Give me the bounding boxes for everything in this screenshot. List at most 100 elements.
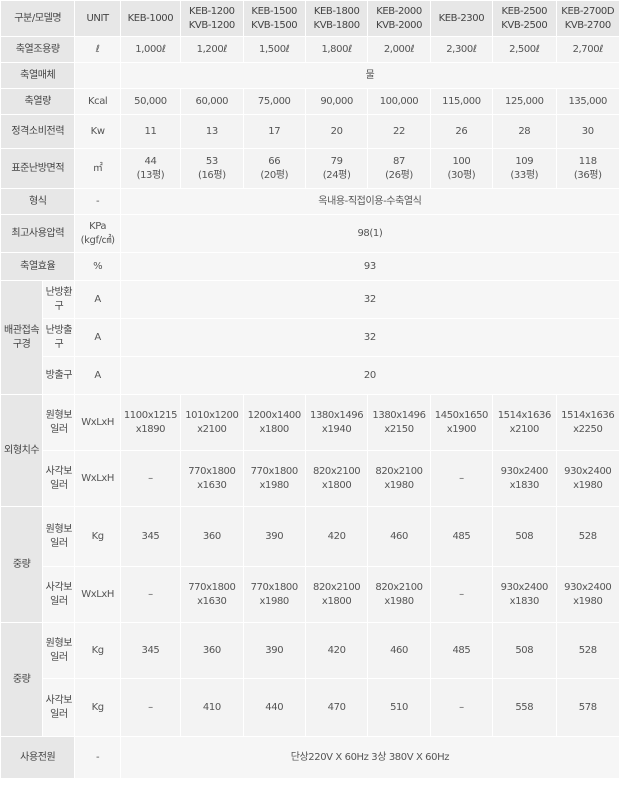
table-cell: 440 [242,678,306,737]
sub-label: 원형보일러 [42,506,76,567]
table-cell: 820x2100 x1980 [367,566,431,623]
model-header-7: KEB-2500 KVB-2500 [492,0,557,37]
table-cell: 22 [367,114,431,149]
row-label: 축열매체 [0,62,76,89]
sub-label: 난방출구 [42,318,76,357]
table-cell: 510 [367,678,431,737]
table-cell: 2,500ℓ [492,36,557,63]
table-cell: 50,000 [119,88,182,115]
table-cell: 820x2100 x1800 [304,450,369,507]
table-cell: 20 [304,114,369,149]
table-cell: 2,700ℓ [555,36,620,63]
row-weight2-square: 사각보일러 Kg – 410 440 470 510 – 558 578 [1,678,620,737]
row-unit: - [74,736,121,779]
table-cell: 1100x1215 x1890 [119,394,182,451]
table-header-row: 구분/모델명 UNIT KEB-1000 KEB-1200 KVB-1200 KE… [0,0,620,37]
table-cell: 485 [429,622,494,679]
row-unit: ℓ [74,36,121,63]
row-supply: 사용전원 - 단상220V X 60Hz 3상 380V X 60Hz [0,736,620,779]
row-weight1-square: 사각보일러 WxLxH – 770x1800 x1630 770x1800 x198… [1,566,620,623]
row-unit: A [74,318,121,357]
table-cell: 66 (20평) [242,148,306,189]
table-cell: 345 [119,622,182,679]
table-cell: 820x2100 x1980 [367,450,431,507]
model-header-4: KEB-1800 KVB-1800 [304,0,369,37]
row-unit: A [74,356,121,395]
row-pipe-return: 배관접속구경 난방환구 A 32 [0,280,620,395]
row-label: 사용전원 [0,736,76,779]
row-dimension-square: 사각보일러 WxLxH – 770x1800 x1630 770x1800 x198… [1,450,620,507]
row-unit: A [74,280,121,319]
table-cell: 79 (24평) [304,148,369,189]
row-heat: 축열량 Kcal 50,000 60,000 75,000 90,000 100… [0,88,620,115]
table-cell: 390 [242,506,306,567]
row-unit: Kg [74,678,121,737]
table-cell: 1010x1200 x2100 [180,394,244,451]
table-cell: 53 (16평) [180,148,244,189]
table-cell: 930x2400 x1830 [492,450,557,507]
table-cell: 360 [180,622,244,679]
group-label: 중량 [0,506,44,623]
table-cell: 1380x1496 x2150 [367,394,431,451]
row-unit: WxLxH [74,394,121,451]
table-cell: 528 [555,622,620,679]
row-unit [74,62,121,89]
table-cell: – [119,678,182,737]
table-cell: 28 [492,114,557,149]
unit-header: UNIT [74,0,121,37]
row-unit: WxLxH [74,566,121,623]
merged-value-cell: 옥내용-직접이용-수축열식 [119,188,620,215]
row-unit: WxLxH [74,450,121,507]
row-unit: % [74,252,121,281]
table-cell: 60,000 [180,88,244,115]
row-pipe-discharge: 방출구 A 20 [1,356,620,395]
table-cell: 2,000ℓ [367,36,431,63]
table-cell: 1,800ℓ [304,36,369,63]
table-cell: 115,000 [429,88,494,115]
table-cell: 1200x1400 x1800 [242,394,306,451]
row-efficiency: 축열효율 % 93 [0,252,620,281]
merged-value-cell: 98(1) [119,214,620,253]
table-cell: 770x1800 x1980 [242,566,306,623]
category-header: 구분/모델명 [0,0,76,37]
spec-table: 구분/모델명 UNIT KEB-1000 KEB-1200 KVB-1200 KE… [0,0,620,779]
row-unit: ㎡ [74,148,121,189]
table-cell: 1,200ℓ [180,36,244,63]
table-cell: 75,000 [242,88,306,115]
table-cell: 410 [180,678,244,737]
sub-label: 원형보일러 [42,622,76,679]
table-cell: 1,000ℓ [119,36,182,63]
model-header-1: KEB-1000 [119,0,182,37]
model-header-2: KEB-1200 KVB-1200 [180,0,244,37]
table-cell: – [429,450,494,507]
row-capacity: 축열조용량 ℓ 1,000ℓ 1,200ℓ 1,500ℓ 1,800ℓ 2,00… [0,36,620,63]
table-cell: 1380x1496 x1940 [304,394,369,451]
table-cell: 360 [180,506,244,567]
row-label: 축열조용량 [0,36,76,63]
sub-label: 사각보일러 [42,450,76,507]
table-cell: 420 [304,506,369,567]
table-cell: 100 (30평) [429,148,494,189]
table-cell: 930x2400 x1830 [492,566,557,623]
sub-label: 사각보일러 [42,678,76,737]
table-cell: – [119,566,182,623]
table-cell: 770x1800 x1980 [242,450,306,507]
table-cell: 770x1800 x1630 [180,566,244,623]
sub-label: 사각보일러 [42,566,76,623]
table-cell: 13 [180,114,244,149]
table-cell: 30 [555,114,620,149]
table-cell: 470 [304,678,369,737]
row-label: 표준난방면적 [0,148,76,189]
row-unit: Kcal [74,88,121,115]
table-cell: 930x2400 x1980 [555,450,620,507]
table-cell: 345 [119,506,182,567]
table-cell: 558 [492,678,557,737]
row-weight2-round: 중량 원형보일러 Kg 345 360 390 420 460 485 508 … [0,622,620,737]
row-label: 형식 [0,188,76,215]
row-pressure: 최고사용압력 KPa (kgf/㎠) 98(1) [0,214,620,253]
table-cell: 26 [429,114,494,149]
group-label: 배관접속구경 [0,280,44,395]
row-area: 표준난방면적 ㎡ 44 (13평) 53 (16평) 66 (20평) 79 (24평)… [0,148,620,189]
table-cell: 578 [555,678,620,737]
table-cell: 930x2400 x1980 [555,566,620,623]
